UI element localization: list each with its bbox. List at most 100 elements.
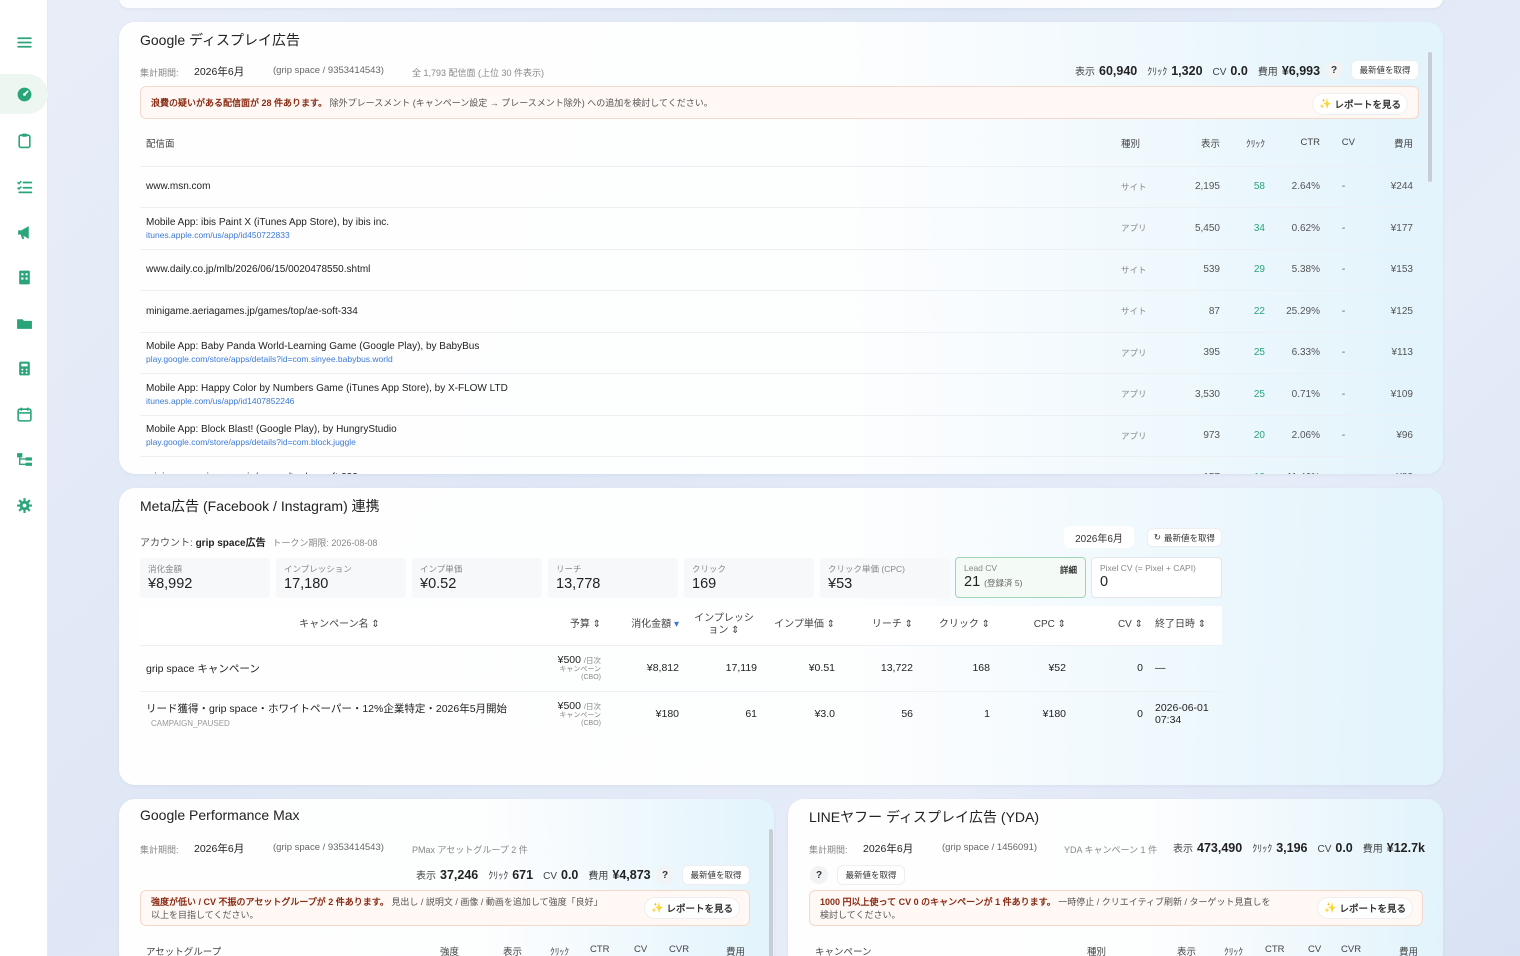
placement-row[interactable]: minigame.aeriagames.jp/games/top/ae-soft…	[140, 290, 1419, 332]
help-button[interactable]: ?	[656, 866, 674, 884]
refresh-button[interactable]: 最新値を取得	[837, 865, 905, 885]
help-button[interactable]: ?	[1325, 61, 1343, 79]
col-campaign[interactable]: キャンペーン	[815, 944, 872, 956]
refresh-button[interactable]: 最新値を取得	[1351, 60, 1419, 80]
refresh-button[interactable]: 最新値を取得	[682, 865, 750, 885]
col-type[interactable]: 種別	[1087, 944, 1106, 956]
clk-label: ｸﾘｯｸ	[1147, 67, 1168, 78]
placement-url[interactable]: play.google.com/store/apps/details?id=co…	[146, 437, 1109, 447]
col-clk[interactable]: ｸﾘｯｸ	[1224, 944, 1243, 956]
campaign-row[interactable]: grip space キャンペーン ¥500 /日次 キャンペーン (CBO) ¥8,8…	[140, 644, 1222, 691]
col-imp[interactable]: 表示	[1177, 944, 1196, 956]
campaign-cpc: ¥180	[996, 690, 1072, 737]
placement-row[interactable]: Mobile App: Happy Color by Numbers Game …	[140, 373, 1419, 415]
col-strength[interactable]: 強度	[440, 944, 459, 956]
col-spend-label: 消化金額	[631, 619, 672, 630]
col-clk[interactable]: ｸﾘｯｸ	[550, 944, 569, 956]
help-button[interactable]: ?	[810, 866, 828, 884]
report-button[interactable]: ✨ レポートを見る	[1312, 93, 1408, 115]
col-type[interactable]: 種別	[1115, 120, 1171, 166]
dashboard-icon[interactable]	[0, 74, 48, 114]
placement-summary: 全 1,793 配信面 (上位 30 件表示)	[412, 68, 545, 78]
campaign-cpc: ¥52	[996, 644, 1072, 691]
month-select[interactable]: 2026年6月	[1064, 526, 1134, 548]
col-cv[interactable]: CV	[634, 944, 647, 955]
col-impressions[interactable]: インプレッシ ョン ⇕	[685, 606, 763, 645]
placement-name: Mobile App: ibis Paint X (iTunes App Sto…	[146, 216, 390, 228]
col-clk[interactable]: ｸﾘｯｸ	[1226, 120, 1271, 166]
col-cpc[interactable]: CPC ⇕	[996, 606, 1072, 645]
period-select[interactable]: 2026年6月	[194, 841, 244, 856]
card-title: Google Performance Max	[140, 807, 300, 823]
col-ctr[interactable]: CTR	[1271, 120, 1326, 166]
campaign-name: grip space キャンペーン	[146, 662, 260, 675]
col-spend[interactable]: 消化金額 ▾	[607, 606, 685, 645]
lead-detail-link[interactable]: 詳細	[1060, 564, 1077, 576]
placement-type: サイト	[1115, 248, 1171, 291]
col-placement[interactable]: 配信面	[140, 120, 1115, 166]
col-click[interactable]: クリック ⇕	[919, 606, 996, 645]
megaphone-icon[interactable]	[0, 212, 48, 252]
col-cv[interactable]: CV ⇕	[1072, 606, 1149, 645]
placement-ctr: 0.62%	[1271, 207, 1326, 249]
placement-name: www.daily.co.jp/mlb/2026/06/15/002047855…	[146, 264, 371, 276]
campaign-end-date: 2026-06-01 07:34	[1149, 690, 1222, 737]
placement-cell: www.daily.co.jp/mlb/2026/06/15/002047855…	[140, 248, 1115, 291]
col-end-date[interactable]: 終了日時 ⇕	[1149, 606, 1222, 645]
col-imp[interactable]: 表示	[503, 944, 522, 956]
col-asset-group[interactable]: アセットグループ	[146, 944, 221, 956]
col-cv[interactable]: CV	[1308, 944, 1321, 955]
pixel-cv-value: 0	[1100, 574, 1109, 590]
col-cost[interactable]: 費用	[1361, 120, 1419, 166]
lead-cv-stat: Lead CV 21 (登録済 5) 詳細	[955, 557, 1086, 598]
menu-icon[interactable]	[0, 22, 48, 62]
col-cv[interactable]: CV	[1326, 120, 1361, 166]
calculator-icon[interactable]	[0, 348, 48, 388]
refresh-button[interactable]: ↻ 最新値を取得	[1147, 528, 1222, 547]
period-select[interactable]: 2026年6月	[863, 841, 913, 856]
placement-row[interactable]: www.daily.co.jp/mlb/2026/06/15/002047855…	[140, 248, 1419, 291]
gear-icon[interactable]	[0, 485, 48, 525]
stat-label: 消化金額	[148, 564, 183, 574]
campaign-row[interactable]: リード獲得・grip space・ホワイトペーパー・12%企業特定・2026年5…	[140, 690, 1222, 737]
report-button[interactable]: ✨ レポートを見る	[1317, 897, 1413, 919]
col-cpm[interactable]: インプ単価 ⇕	[763, 606, 841, 645]
placement-row[interactable]: minigame.aeriagames.jp/games/top/ae-soft…	[140, 456, 1419, 474]
placement-url[interactable]: itunes.apple.com/us/app/id450722833	[146, 230, 1109, 240]
placement-row[interactable]: Mobile App: Baby Panda World-Learning Ga…	[140, 331, 1419, 374]
building-icon[interactable]	[0, 257, 48, 297]
col-reach[interactable]: リーチ ⇕	[841, 606, 919, 645]
col-ctr[interactable]: CTR	[1265, 944, 1285, 955]
placement-row[interactable]: www.msn.com サイト 2,195 58 2.64% - ¥244	[140, 165, 1419, 208]
col-imp[interactable]: 表示	[1171, 120, 1226, 166]
col-cvr[interactable]: CVR	[669, 944, 689, 955]
placement-imp: 973	[1171, 414, 1226, 457]
placement-type: アプリ	[1115, 373, 1171, 415]
col-cvr[interactable]: CVR	[1341, 944, 1361, 955]
calendar-icon[interactable]	[0, 394, 48, 434]
hierarchy-icon[interactable]	[0, 439, 48, 479]
end-time: 07:34	[1155, 714, 1182, 727]
clipboard-icon[interactable]	[0, 120, 48, 160]
placement-imp: 2,195	[1171, 165, 1226, 208]
scrollbar[interactable]	[769, 829, 773, 956]
campaign-table: キャンペーン名 ⇕ 予算 ⇕ 消化金額 ▾ インプレッシ ョン ⇕ インプ単価 ⇕…	[140, 606, 1222, 737]
stat-value: 17,180	[284, 576, 329, 592]
scrollbar[interactable]	[1428, 52, 1432, 182]
col-cost[interactable]: 費用	[726, 944, 745, 956]
col-budget[interactable]: 予算 ⇕	[539, 606, 607, 645]
col-imp-line2: ョン ⇕	[708, 625, 740, 637]
col-ctr[interactable]: CTR	[590, 944, 610, 955]
period-select[interactable]: 2026年6月	[194, 64, 244, 79]
placement-url[interactable]: itunes.apple.com/us/app/id1407852246	[146, 396, 1109, 406]
placement-row[interactable]: Mobile App: ibis Paint X (iTunes App Sto…	[140, 207, 1419, 249]
report-button[interactable]: ✨ レポートを見る	[644, 897, 740, 919]
placement-url[interactable]: play.google.com/store/apps/details?id=co…	[146, 354, 1109, 364]
checklist-icon[interactable]	[0, 166, 48, 206]
campaign-cpm: ¥0.51	[763, 644, 841, 691]
placement-row[interactable]: Mobile App: Block Blast! (Google Play), …	[140, 414, 1419, 457]
campaign-summary: YDA キャンペーン 1 件	[1064, 845, 1158, 855]
col-cost[interactable]: 費用	[1399, 944, 1418, 956]
folder-icon[interactable]	[0, 303, 48, 343]
col-campaign-name[interactable]: キャンペーン名 ⇕	[140, 606, 539, 645]
